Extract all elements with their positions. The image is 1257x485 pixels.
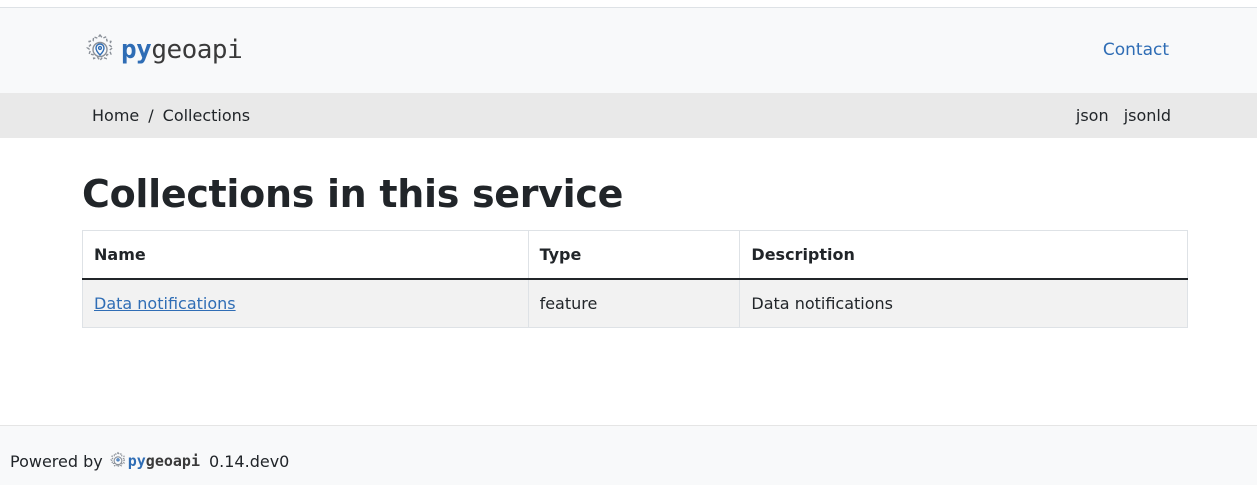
table-row: Data notifications feature Data notifica… xyxy=(82,278,1188,328)
column-header-name: Name xyxy=(82,230,529,280)
cell-description: Data notifications xyxy=(739,278,1188,328)
version-label: 0.14.dev0 xyxy=(208,451,290,471)
breadcrumb: Home / Collections xyxy=(92,106,250,125)
site-header: pygeoapi Contact xyxy=(0,8,1257,93)
gear-globe-icon xyxy=(82,32,118,68)
site-footer: Powered by pygeoapi 0.14.dev0 xyxy=(0,425,1257,485)
breadcrumb-separator: / xyxy=(148,106,154,125)
format-links: json jsonld xyxy=(1066,106,1171,125)
table-header-row: Name Type Description xyxy=(82,230,1188,280)
json-link[interactable]: json xyxy=(1076,106,1109,125)
column-header-description: Description xyxy=(739,230,1188,280)
cell-name: Data notifications xyxy=(82,278,529,328)
collection-link[interactable]: Data notifications xyxy=(94,294,236,313)
powered-by-label: Powered by xyxy=(10,451,103,471)
site-logo[interactable]: pygeoapi xyxy=(82,32,243,68)
footer-logo[interactable]: pygeoapi xyxy=(108,451,200,471)
collections-table: Name Type Description Data notifications… xyxy=(82,230,1188,328)
contact-link[interactable]: Contact xyxy=(1103,40,1169,60)
powered-by: Powered by pygeoapi 0.14.dev0 xyxy=(10,451,289,471)
page-title: Collections in this service xyxy=(82,172,624,216)
logo-text: pygeoapi xyxy=(121,35,243,65)
column-header-type: Type xyxy=(527,230,741,280)
breadcrumb-collections[interactable]: Collections xyxy=(163,106,250,125)
jsonld-link[interactable]: jsonld xyxy=(1124,106,1171,125)
breadcrumb-home[interactable]: Home xyxy=(92,106,139,125)
gear-globe-icon xyxy=(109,451,126,468)
footer-logo-text: pygeoapi xyxy=(127,452,200,470)
top-border xyxy=(0,0,1257,8)
breadcrumb-bar: Home / Collections json jsonld xyxy=(0,93,1257,138)
cell-type: feature xyxy=(527,278,741,328)
